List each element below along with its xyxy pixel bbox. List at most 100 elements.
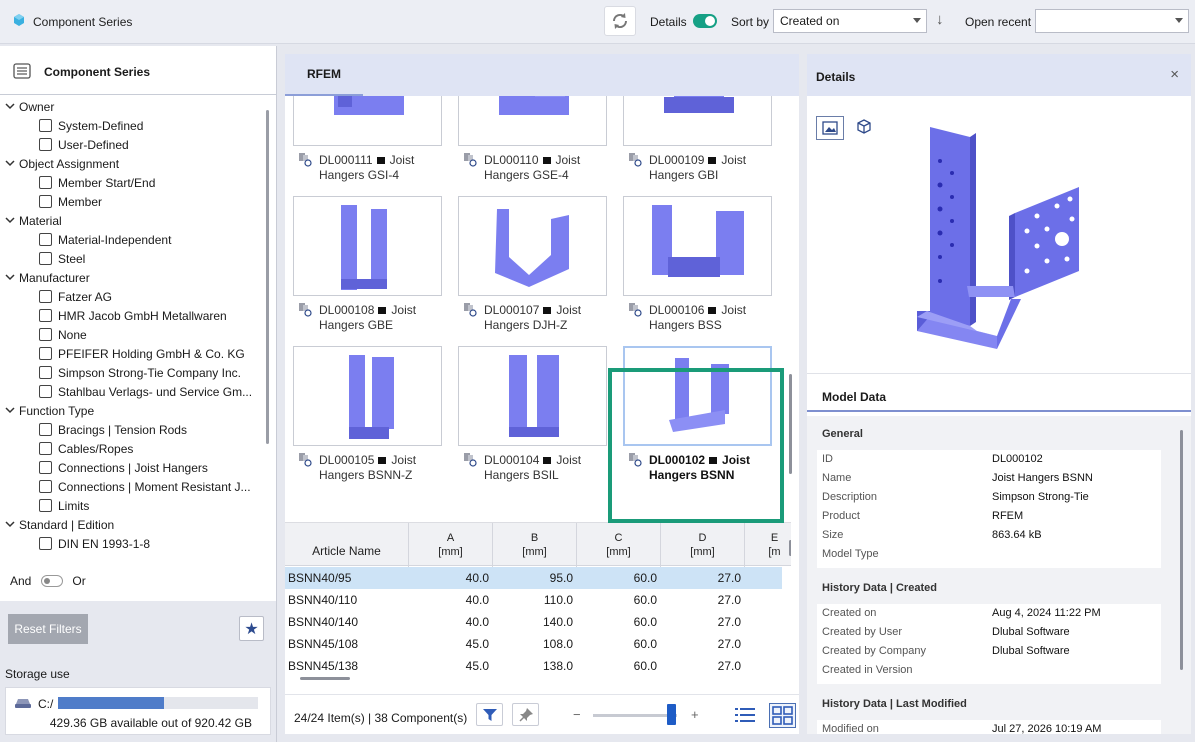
filter-group-label: Function Type (19, 403, 95, 418)
filter-group[interactable]: Material (0, 211, 62, 230)
component-category: Joist (721, 303, 747, 317)
column-header-unit: [mm] (690, 546, 715, 558)
filter-checkbox[interactable] (39, 290, 52, 303)
filter-option[interactable]: Bracings | Tension Rods (39, 420, 187, 439)
filter-option[interactable]: DIN EN 1993-1-8 (39, 534, 150, 553)
joist-hanger-thumbnail-image (334, 96, 404, 115)
filter-option[interactable]: Fatzer AG (39, 287, 112, 306)
filter-option[interactable]: Material-Independent (39, 230, 171, 249)
reset-filters-button[interactable]: Reset Filters (8, 614, 88, 644)
model-data-section-title: General (822, 428, 863, 440)
filter-checkbox[interactable] (39, 252, 52, 265)
table-horizontal-scrollbar[interactable] (300, 677, 350, 680)
filter-option[interactable]: Connections | Joist Hangers (39, 458, 208, 477)
filter-checkbox[interactable] (39, 119, 52, 132)
filter-option[interactable]: Limits (39, 496, 89, 515)
joist-hanger-thumbnail-image (499, 96, 569, 115)
table-row[interactable]: BSNN45/138 45.0 138.0 60.0 27.0 (285, 655, 782, 677)
filter-option[interactable]: Member (39, 192, 102, 211)
tab-rfem[interactable]: RFEM (285, 54, 363, 96)
filter-checkbox[interactable] (39, 499, 52, 512)
filter-group[interactable]: Manufacturer (0, 268, 90, 287)
joist-hanger-thumbnail-image (349, 355, 394, 439)
table-cell: BSNN45/138 (288, 659, 359, 673)
table-cell: 27.0 (717, 571, 741, 585)
model-data-key: Size (822, 529, 844, 541)
filter-checkbox[interactable] (39, 537, 52, 550)
filter-checkbox[interactable] (39, 347, 52, 360)
column-header[interactable]: E [m (745, 523, 791, 567)
grid-view-button[interactable] (769, 703, 796, 728)
filter-option[interactable]: HMR Jacob GmbH Metallwaren (39, 306, 227, 325)
filter-option-label: None (58, 327, 87, 342)
table-scrollbar[interactable] (789, 540, 791, 556)
component-category: Joist (721, 153, 747, 167)
filter-option-label: Material-Independent (58, 232, 172, 247)
list-view-icon[interactable] (734, 705, 756, 725)
filter-checkbox[interactable] (39, 328, 52, 341)
filter-checkbox[interactable] (39, 195, 52, 208)
filter-checkbox[interactable] (39, 176, 52, 189)
filter-checkbox[interactable] (39, 461, 52, 474)
table-row[interactable]: BSNN40/95 40.0 95.0 60.0 27.0 (285, 567, 782, 589)
column-header[interactable]: Article Name (285, 523, 409, 567)
filter-checkbox[interactable] (39, 442, 52, 455)
filter-group[interactable]: Object Assignment (0, 154, 119, 173)
filter-option[interactable]: Member Start/End (39, 173, 155, 192)
3d-model-icon[interactable] (855, 118, 873, 136)
and-or-toggle[interactable] (41, 575, 64, 587)
filter-option[interactable]: Cables/Ropes (39, 439, 133, 458)
column-header[interactable]: D [mm] (661, 523, 745, 567)
column-header[interactable]: C [mm] (577, 523, 661, 567)
pin-button[interactable] (512, 703, 539, 726)
filter-option[interactable]: Steel (39, 249, 85, 268)
filter-checkbox[interactable] (39, 366, 52, 379)
filter-option-label: Member Start/End (58, 175, 156, 190)
sort-direction-arrow-icon[interactable]: ↓ (936, 11, 944, 28)
zoom-slider[interactable] (593, 714, 677, 717)
filter-checkbox[interactable] (39, 385, 52, 398)
table-row[interactable]: BSNN40/140 40.0 140.0 60.0 27.0 (285, 611, 782, 633)
filter-scrollbar[interactable] (266, 110, 269, 444)
filter-option[interactable]: System-Defined (39, 116, 143, 135)
sort-by-select[interactable]: Created on (773, 9, 927, 33)
filter-checkbox[interactable] (39, 423, 52, 436)
model-data-value: Dlubal Software (992, 626, 1070, 638)
component-caption: DL000104 Joist Hangers BSIL (463, 452, 581, 483)
table-cell: 27.0 (717, 659, 741, 673)
filter-option[interactable]: PFEIFER Holding GmbH & Co. KG (39, 344, 245, 363)
component-id: DL000108 (319, 303, 375, 317)
column-header-label: C (614, 532, 623, 544)
filter-button[interactable] (476, 703, 503, 726)
zoom-slider-handle[interactable] (667, 704, 676, 725)
filter-option[interactable]: EN 1993-1-8:2005/AC:2009 (39, 553, 206, 555)
refresh-button[interactable] (604, 6, 636, 36)
component-name: Hangers BSNN-Z (319, 468, 413, 482)
filter-option[interactable]: Simpson Strong-Tie Company Inc. (39, 363, 241, 382)
filter-option[interactable]: Stahlbau Verlags- und Service Gm... (39, 382, 252, 401)
table-cell: 138.0 (542, 659, 573, 673)
image-view-button[interactable] (816, 116, 844, 140)
zoom-out-button[interactable]: − (573, 707, 581, 722)
filter-checkbox[interactable] (39, 138, 52, 151)
filter-checkbox[interactable] (39, 233, 52, 246)
filter-option[interactable]: User-Defined (39, 135, 129, 154)
grid-scrollbar[interactable] (789, 374, 792, 474)
favorites-button[interactable]: ★ (239, 616, 264, 641)
filter-option[interactable]: None (39, 325, 87, 344)
filter-checkbox[interactable] (39, 309, 52, 322)
filter-checkbox[interactable] (39, 480, 52, 493)
table-row[interactable]: BSNN40/110 40.0 110.0 60.0 27.0 (285, 589, 782, 611)
details-toggle[interactable] (693, 14, 717, 28)
filter-option[interactable]: Connections | Moment Resistant J... (39, 477, 251, 496)
column-header[interactable]: A [mm] (409, 523, 493, 567)
model-data-scrollbar[interactable] (1180, 430, 1183, 670)
open-recent-select[interactable] (1035, 9, 1189, 33)
zoom-in-button[interactable]: + (691, 707, 699, 722)
filter-group[interactable]: Standard | Edition (0, 515, 114, 534)
close-icon[interactable]: × (1170, 66, 1179, 83)
table-row[interactable]: BSNN45/108 45.0 108.0 60.0 27.0 (285, 633, 782, 655)
filter-group[interactable]: Owner (0, 97, 54, 116)
column-header[interactable]: B [mm] (493, 523, 577, 567)
filter-group[interactable]: Function Type (0, 401, 94, 420)
